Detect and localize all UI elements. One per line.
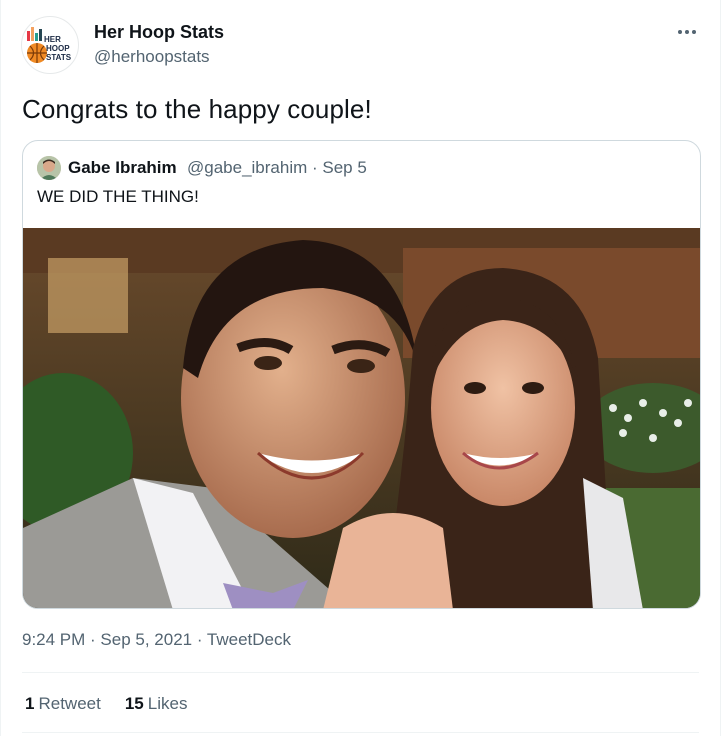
quoted-author-avatar[interactable] xyxy=(37,156,61,180)
like-count: 15 xyxy=(124,694,144,713)
tweet-stats: 1 Retweet 15 Likes xyxy=(25,694,187,714)
quoted-photo[interactable] xyxy=(23,228,700,608)
more-horizontal-icon[interactable] xyxy=(674,22,700,42)
tweet-header: HER HOOP STATS Her Hoop Stats @herhoopst… xyxy=(21,14,700,78)
svg-text:HER: HER xyxy=(44,35,61,44)
her-hoop-stats-logo: HER HOOP STATS xyxy=(27,27,72,63)
tweet-text: Congrats to the happy couple! xyxy=(22,94,372,124)
quoted-author-meta: @gabe_ibrahim · Sep 5 xyxy=(187,158,367,177)
quoted-tweet[interactable]: Gabe Ibrahim @gabe_ibrahim · Sep 5 WE DI… xyxy=(22,140,701,609)
author-avatar[interactable]: HER HOOP STATS xyxy=(21,16,79,74)
author-name[interactable]: Her Hoop Stats xyxy=(94,22,224,43)
divider xyxy=(22,732,699,733)
svg-text:STATS: STATS xyxy=(46,53,72,62)
svg-text:HOOP: HOOP xyxy=(46,44,70,53)
quoted-author-name[interactable]: Gabe Ibrahim xyxy=(68,158,177,178)
likes-stat[interactable]: 15 Likes xyxy=(125,694,188,714)
retweet-count: 1 xyxy=(25,694,35,713)
quoted-avatar-image xyxy=(37,156,61,180)
tweet-timestamp[interactable]: 9:24 PM · Sep 5, 2021 · TweetDeck xyxy=(22,630,291,650)
divider xyxy=(22,672,699,673)
like-label: Likes xyxy=(147,694,188,713)
author-handle[interactable]: @herhoopstats xyxy=(94,47,210,67)
tweet-card: HER HOOP STATS Her Hoop Stats @herhoopst… xyxy=(0,0,721,736)
quoted-tweet-text: WE DID THE THING! xyxy=(37,187,199,206)
couple-selfie-image xyxy=(23,228,700,608)
retweets-stat[interactable]: 1 Retweet xyxy=(25,694,101,714)
retweet-label: Retweet xyxy=(38,694,101,713)
